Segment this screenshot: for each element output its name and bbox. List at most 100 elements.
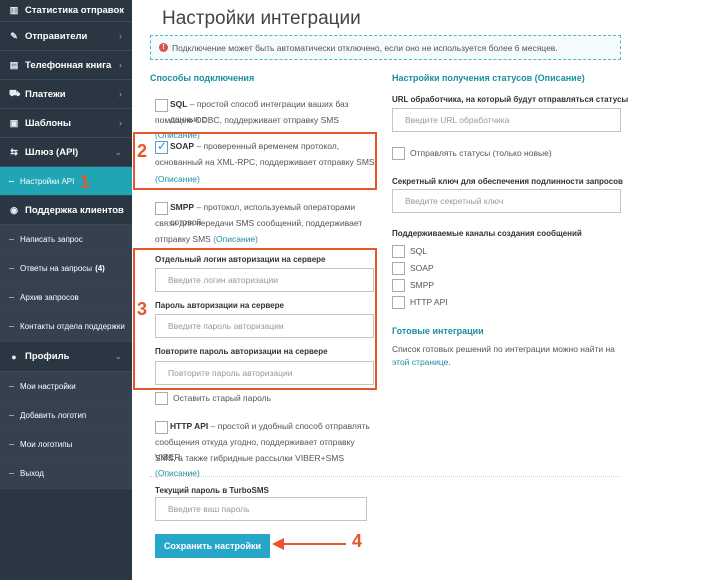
url-label: URL обработчика, на который будут отправ… [392, 95, 629, 104]
annotation-1: 1 [80, 172, 91, 192]
dash-icon [9, 296, 14, 298]
channel-smpp-checkbox[interactable] [392, 279, 405, 292]
repeat-password-label: Повторите пароль авторизации на сервере [155, 347, 328, 356]
channel-soap-label: SOAP [410, 262, 434, 273]
current-password-label: Текущий пароль в TurboSMS [155, 486, 269, 495]
soap-desc-2: основанный на XML-RPC, поддерживает отпр… [155, 157, 375, 167]
sidebar-subitem-my-settings[interactable]: Мои настройки [0, 372, 132, 401]
send-statuses-label: Отправлять статусы (только новые) [410, 147, 552, 158]
smpp-option-line3: отправку SMS (Описание) [155, 232, 258, 247]
status-settings-title: Настройки получения статусов (Описание) [392, 73, 585, 83]
sidebar-subitem-api-settings[interactable]: Настройки API [0, 167, 132, 196]
channel-soap-row[interactable]: SOAP [392, 262, 434, 275]
ready-integrations-link[interactable]: этой [392, 357, 409, 367]
channel-sql-checkbox[interactable] [392, 245, 405, 258]
ready-integrations-title: Готовые интеграции [392, 326, 484, 336]
secret-key-input[interactable]: Введите секретный ключ [392, 189, 621, 213]
dash-icon [9, 267, 14, 269]
channel-sql-row[interactable]: SQL [392, 245, 427, 258]
channel-smpp-row[interactable]: SMPP [392, 279, 434, 292]
http-api-desc: – простой и удобный способ отправлять [208, 421, 370, 431]
connection-methods-title: Способы подключения [150, 73, 255, 83]
send-statuses-checkbox[interactable] [392, 147, 405, 160]
soap-option: SOAP – проверенный временем протокол, [170, 139, 375, 154]
soap-description-link[interactable]: (Описание) [155, 174, 200, 184]
smpp-checkbox[interactable] [155, 202, 168, 215]
sidebar-item-profile[interactable]: ● Профиль ⌄ [0, 342, 132, 372]
password-input[interactable]: Введите пароль авторизации [155, 314, 374, 338]
soap-checkbox[interactable] [155, 139, 168, 154]
dash-icon [9, 326, 14, 327]
ready-integrations-link-2[interactable]: странице [412, 357, 449, 367]
dash-icon [9, 238, 14, 240]
channel-http-row[interactable]: HTTP API [392, 296, 448, 309]
soap-option-line3: (Описание) [155, 172, 200, 187]
arrow-left-icon [272, 538, 346, 550]
sql-checkbox[interactable] [155, 99, 168, 112]
sidebar-item-gateway[interactable]: ⇆ Шлюз (API) ⌄ [0, 138, 132, 167]
sidebar-subitem-answers[interactable]: Ответы на запросы (4) [0, 254, 132, 283]
password-label: Пароль авторизации на сервере [155, 301, 284, 310]
current-password-input[interactable]: Введите ваш пароль [155, 497, 367, 521]
url-input[interactable]: Введите URL обработчика [392, 108, 621, 132]
dash-icon [9, 385, 14, 387]
sidebar-subitem-label: Настройки API [20, 176, 75, 186]
http-api-desc-3: SMS, а также гибридные рассылки VIBER+SM… [155, 453, 345, 463]
save-settings-button[interactable]: Сохранить настройки [155, 534, 270, 558]
soap-option-line2: основанный на XML-RPC, поддерживает отпр… [155, 155, 375, 170]
ready-integrations-end: . [448, 357, 451, 367]
chevron-right-icon: › [119, 118, 122, 128]
chevron-right-icon: › [119, 60, 122, 70]
sidebar-subitem-label: Архив запросов [20, 292, 79, 302]
sidebar-item-label: Шаблоны [25, 117, 72, 129]
sidebar-item-label: Профиль [25, 351, 70, 362]
smpp-desc-3: отправку SMS [155, 234, 214, 244]
channel-http-checkbox[interactable] [392, 296, 405, 309]
sidebar-subitem-label: Ответы на запросы [20, 263, 93, 273]
sidebar-subitem-my-logos[interactable]: Мои логотипы [0, 430, 132, 459]
sidebar-item-payments[interactable]: ⛟ Платежи › [0, 80, 132, 109]
sql-desc-2: помощью ODBC, поддерживает отправку SMS [155, 115, 339, 125]
login-label: Отдельный логин авторизации на сервере [155, 255, 326, 264]
smpp-name: SMPP [170, 202, 195, 212]
dash-icon [9, 443, 14, 445]
sidebar-subitem-label: Добавить логотип [20, 410, 87, 420]
login-input[interactable]: Введите логин авторизации [155, 268, 374, 292]
sql-name: SQL [170, 99, 188, 109]
http-api-option: HTTP API – простой и удобный способ отпр… [170, 419, 380, 434]
status-description-link[interactable]: (Описание) [535, 73, 585, 83]
sidebar-subitem-write[interactable]: Написать запрос [0, 225, 132, 254]
keep-old-password-checkbox[interactable] [155, 392, 168, 405]
http-api-checkbox[interactable] [155, 421, 168, 434]
sidebar-subitem-contacts[interactable]: Контакты отдела поддержки [0, 312, 132, 342]
sidebar-subitem-archive[interactable]: Архив запросов [0, 283, 132, 312]
sidebar-subitem-label: Мои настройки [20, 381, 76, 391]
template-icon: ▣ [9, 117, 19, 128]
addressbook-icon: ▤ [9, 59, 19, 70]
chevron-down-icon: ⌄ [114, 351, 122, 361]
smpp-description-link[interactable]: (Описание) [213, 234, 258, 244]
cart-icon: ⛟ [9, 88, 21, 98]
sidebar-item-support[interactable]: ◉ Поддержка клиентов ⌄ [0, 196, 132, 225]
send-statuses-row[interactable]: Отправлять статусы (только новые) [392, 147, 552, 160]
dash-icon [9, 180, 14, 182]
sidebar-item-label: Шлюз (API) [25, 146, 79, 158]
sidebar-subitem-logout[interactable]: Выход [0, 459, 132, 489]
annotation-4: 4 [352, 531, 363, 551]
sidebar-item-templates[interactable]: ▣ Шаблоны › [0, 109, 132, 138]
channel-soap-checkbox[interactable] [392, 262, 405, 275]
chevron-right-icon: › [119, 89, 122, 99]
support-icon: ◉ [10, 204, 18, 215]
repeat-password-input[interactable]: Повторите пароль авторизации [155, 361, 374, 385]
keep-old-password-row[interactable]: Оставить старый пароль [155, 392, 271, 405]
sidebar-item-label: Поддержка клиентов [25, 204, 124, 216]
user-icon: ● [11, 351, 17, 362]
sidebar-item-label: Платежи [25, 88, 66, 100]
smpp-option-line2: связи для передачи SMS сообщений, поддер… [155, 216, 380, 231]
http-api-name: HTTP API [170, 421, 209, 431]
sidebar-item-label: Телефонная книга [25, 59, 112, 71]
sidebar-item-phonebook[interactable]: ▤ Телефонная книга › [0, 51, 132, 80]
sidebar-item-senders[interactable]: ✎ Отправители › [0, 22, 132, 51]
sidebar-subitem-add-logo[interactable]: Добавить логотип [0, 401, 132, 430]
sidebar-item-stats[interactable]: ▥ Статистика отправок › [0, 0, 132, 22]
